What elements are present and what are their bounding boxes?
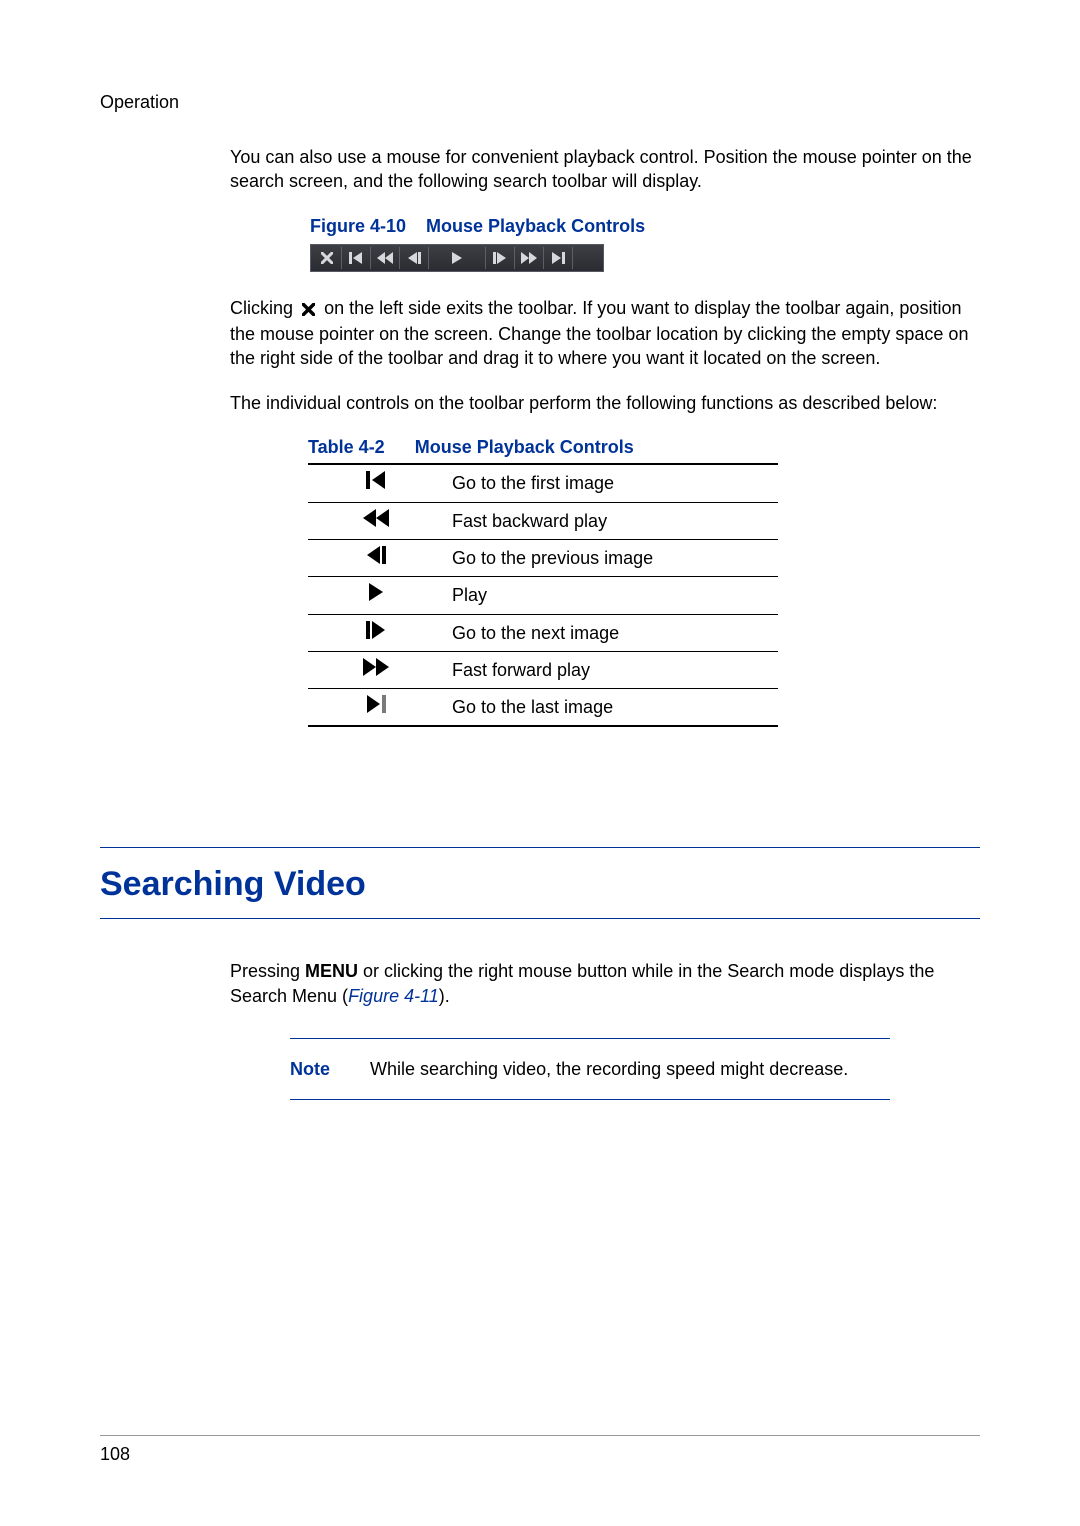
last-image-icon — [308, 689, 444, 727]
click-para-text-before: Clicking — [230, 298, 293, 318]
page: Operation You can also use a mouse for c… — [0, 0, 1080, 1526]
note-block: Note While searching video, the recordin… — [290, 1038, 890, 1100]
table-row: Go to the next image — [308, 614, 778, 651]
section-rule-top — [100, 847, 980, 848]
fast-backward-icon — [308, 502, 444, 539]
note-rule-bottom — [290, 1099, 890, 1100]
table-number: Table 4-2 — [308, 437, 385, 457]
table-desc: Fast forward play — [444, 651, 778, 688]
controls-table: Go to the first image Fast backward play… — [308, 463, 778, 727]
section-content: Pressing MENU or clicking the right mous… — [230, 959, 980, 1100]
search-para-text-1: Pressing — [230, 961, 305, 981]
search-paragraph: Pressing MENU or clicking the right mous… — [230, 959, 980, 1008]
table-title: Mouse Playback Controls — [415, 437, 634, 457]
close-icon[interactable] — [313, 247, 342, 269]
table-row: Go to the last image — [308, 689, 778, 727]
previous-image-icon[interactable] — [400, 247, 429, 269]
figure-reference: Figure 4-11 — [348, 986, 439, 1006]
controls-intro-paragraph: The individual controls on the toolbar p… — [230, 391, 980, 415]
figure-number: Figure 4-10 — [310, 216, 406, 236]
fast-forward-icon — [308, 651, 444, 688]
table-desc: Fast backward play — [444, 502, 778, 539]
table-row: Play — [308, 577, 778, 614]
footer-rule — [100, 1435, 980, 1436]
page-number: 108 — [100, 1442, 130, 1466]
table-row: Go to the first image — [308, 464, 778, 502]
first-image-icon[interactable] — [342, 247, 371, 269]
note-label: Note — [290, 1057, 370, 1081]
table-desc: Play — [444, 577, 778, 614]
table-row: Fast backward play — [308, 502, 778, 539]
click-para-text-after: on the left side exits the toolbar. If y… — [230, 298, 968, 369]
fast-forward-icon[interactable] — [515, 247, 544, 269]
drag-handle[interactable] — [573, 247, 601, 269]
close-icon — [302, 298, 315, 322]
figure-caption: Figure 4-10 Mouse Playback Controls — [310, 214, 980, 238]
play-icon[interactable] — [429, 247, 486, 269]
main-content: You can also use a mouse for convenient … — [230, 145, 980, 727]
table-desc: Go to the first image — [444, 464, 778, 502]
section-rule-bottom — [100, 918, 980, 919]
next-image-icon — [308, 614, 444, 651]
figure-title: Mouse Playback Controls — [426, 216, 645, 236]
playback-toolbar — [310, 244, 604, 272]
play-icon — [308, 577, 444, 614]
section-heading: Searching Video — [100, 862, 980, 908]
intro-paragraph: You can also use a mouse for convenient … — [230, 145, 980, 194]
note-text: While searching video, the recording spe… — [370, 1057, 848, 1081]
next-image-icon[interactable] — [486, 247, 515, 269]
table-row: Fast forward play — [308, 651, 778, 688]
table-desc: Go to the previous image — [444, 539, 778, 576]
table-row: Go to the previous image — [308, 539, 778, 576]
previous-image-icon — [308, 539, 444, 576]
table-desc: Go to the last image — [444, 689, 778, 727]
table-caption: Table 4-2 Mouse Playback Controls — [308, 435, 980, 459]
fast-backward-icon[interactable] — [371, 247, 400, 269]
first-image-icon — [308, 464, 444, 502]
search-para-text-3: ). — [439, 986, 450, 1006]
menu-bold: MENU — [305, 961, 358, 981]
running-head: Operation — [100, 90, 179, 114]
last-image-icon[interactable] — [544, 247, 573, 269]
table-desc: Go to the next image — [444, 614, 778, 651]
click-paragraph: Clicking on the left side exits the tool… — [230, 296, 980, 371]
